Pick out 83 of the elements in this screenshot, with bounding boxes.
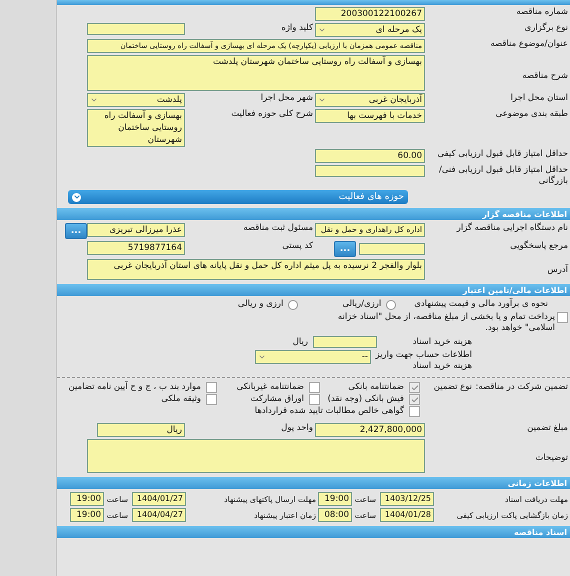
section-header: اطلاعات زمانی [57, 477, 570, 489]
time-field[interactable]: 08:00 [318, 508, 352, 522]
input-field[interactable]: 5719877164 [87, 241, 185, 255]
chevron-icon [258, 353, 266, 361]
checkbox-label: ضمانتنامه غیربانکی [236, 382, 305, 393]
unit-label: ریال [292, 336, 309, 348]
field-label: آدرس [546, 265, 570, 276]
field-label: کد پستی [281, 241, 314, 252]
field-label: شماره مناقصه [515, 7, 569, 18]
field-label: واحد پول [280, 423, 314, 434]
input-field[interactable] [313, 336, 377, 348]
panel-title: حوزه های فعالیت [338, 192, 404, 202]
checkbox-label: گواهی خالص مطالبات تایید شده قراردادها [254, 406, 405, 417]
checkbox[interactable] [206, 394, 217, 405]
option-label: ارزی و ریالی [238, 299, 284, 310]
field-label: عنوان/موضوع مناقصه [489, 39, 569, 50]
select-field[interactable]: آذربایجان غربی [315, 93, 425, 107]
input-field[interactable]: 200300122100267 [315, 7, 425, 21]
field-label: توضیحات [534, 453, 569, 464]
checkbox[interactable] [409, 394, 420, 405]
text-area[interactable]: بهسازی و آسفالت راه روستایی ساختمان شهرستان پلدشت [87, 55, 425, 91]
checkbox[interactable] [309, 394, 320, 405]
date-field[interactable]: 1403/12/25 [380, 492, 434, 506]
checkbox[interactable] [409, 382, 420, 393]
chevron-icon [72, 192, 81, 202]
radio-button[interactable] [288, 300, 298, 310]
section-header: اطلاعات مناقصه گزار [57, 208, 570, 220]
field-label: شرح کلی حوزه فعالیت [230, 109, 314, 120]
field-label: نام دستگاه اجرایی مناقصه گزار [455, 223, 569, 234]
checkbox-label: اوراق مشارکت [250, 394, 305, 405]
field-label: کلید واژه [280, 23, 314, 34]
time-field[interactable]: 19:00 [318, 492, 352, 506]
text-area[interactable]: بلوار والفجر 2 نرسیده به پل میثم اداره کل حمل و نقل پایانه های استان آذربایجان غربی [87, 259, 425, 280]
date-field[interactable]: 1404/01/27 [132, 492, 186, 506]
checkbox-label: فیش بانکی (وجه نقد) [328, 394, 405, 405]
checkbox-label: موارد بند ب ، ج و ح آیین نامه تضامین [68, 382, 202, 393]
input-field[interactable]: خدمات با فهرست بها [315, 109, 425, 123]
checkbox-label: ضمانتنامه بانکی [348, 382, 405, 393]
field-label: اطلاعات حساب جهت واریز هزینه خرید اسناد [374, 350, 473, 372]
field-label: مرجع پاسخگویی [509, 241, 569, 252]
field-label: مسئول ثبت مناقصه [242, 223, 314, 234]
field-label: شرح مناقصه [521, 71, 569, 82]
checkbox[interactable] [557, 312, 568, 323]
field-label: حداقل امتیاز قابل قبول ارزیابی کیفی [436, 149, 569, 160]
field-label: نحوه ی برآورد مالی و قیمت پیشنهادی [414, 299, 549, 310]
section-header: اسناد مناقصه [57, 526, 570, 538]
input-field[interactable]: 2,427,800,000 [315, 423, 425, 437]
field-label: طبقه بندی موضوعی [494, 109, 569, 120]
checkbox-label: پرداخت تمام و یا بخشی از مبلغ مناقصه، از محل "اسناد خزانه اسلامی" خواهد بود. [336, 312, 555, 334]
select-field[interactable]: -- [255, 350, 371, 364]
date-field[interactable]: 1404/01/28 [380, 508, 434, 522]
checkbox-label: وثیقه ملکی [161, 394, 202, 405]
time-field[interactable]: 19:00 [70, 508, 104, 522]
checkbox[interactable] [409, 406, 420, 417]
input-field[interactable] [87, 23, 185, 35]
field-label: نوع تضمین [432, 382, 473, 393]
field-label: حداقل امتیاز قابل قبول ارزیابی فنی/بازرگانی [438, 165, 569, 187]
date-field[interactable]: 1404/04/27 [132, 508, 186, 522]
time-field[interactable]: 19:00 [70, 492, 104, 506]
chevron-icon [318, 96, 326, 104]
collapsible-panel-header[interactable]: حوزه های فعالیت [68, 190, 408, 204]
checkbox[interactable] [206, 382, 217, 393]
field-label: نوع برگزاری [524, 23, 569, 34]
input-field[interactable]: 60.00 [315, 149, 425, 163]
chevron-icon [90, 96, 98, 104]
input-field[interactable] [315, 165, 425, 177]
section-header: اطلاعات مالی/تامین اعتبار [57, 284, 570, 296]
text-area[interactable] [87, 439, 425, 473]
input-field[interactable]: عذرا میرزالی تبریزی [87, 223, 185, 237]
option-label: ارزی/ریالی [342, 299, 382, 310]
field-label: تضمین شرکت در مناقصه: [478, 382, 569, 393]
radio-button[interactable] [386, 300, 396, 310]
input-field[interactable]: ریال [97, 423, 185, 437]
field-label: هزینه خرید اسناد [412, 336, 473, 348]
chevron-icon [318, 26, 326, 34]
field-label: مبلغ تضمین [526, 423, 569, 434]
text-area[interactable]: بهسازی و آسفالت راه روستایی ساختمان شهرستان [87, 109, 185, 147]
input-field[interactable] [359, 243, 425, 255]
select-field[interactable]: پلدشت [87, 93, 185, 107]
select-field[interactable]: یک مرحله ای [315, 23, 425, 37]
field-label: استان محل اجرا [510, 93, 569, 104]
field-label: شهر محل اجرا [260, 93, 314, 104]
checkbox[interactable] [309, 382, 320, 393]
